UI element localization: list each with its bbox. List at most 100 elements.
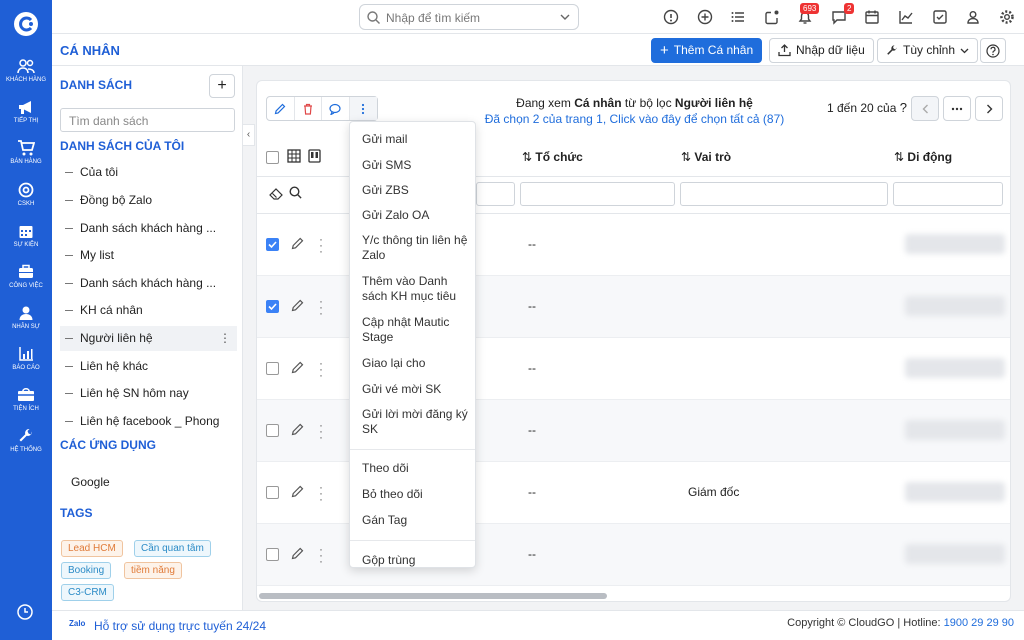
cloudgo-logo-icon[interactable] [13, 11, 39, 37]
row-more-icon[interactable]: · · · [319, 543, 323, 567]
edit-pencil-icon[interactable] [291, 299, 304, 312]
edit-pencil-icon[interactable] [291, 361, 304, 374]
add-list-button[interactable]: + [209, 74, 235, 98]
help-button[interactable] [980, 38, 1006, 63]
list-item[interactable]: My list [60, 243, 237, 268]
nav-item-reports[interactable]: BÁO CÁO [0, 346, 52, 386]
tag-chip[interactable]: Cần quan tâm [134, 540, 211, 557]
edit-pencil-icon[interactable] [291, 237, 304, 250]
filter-input-name[interactable] [476, 182, 515, 206]
checkbox-icon[interactable] [932, 9, 948, 25]
menu-item-send-sms[interactable]: Gửi SMS [362, 158, 472, 173]
pager-text: 1 đến 20 của ? [827, 100, 907, 115]
row-more-icon[interactable]: · · · [319, 357, 323, 381]
nav-item-utilities[interactable]: TIỆN ÍCH [0, 387, 52, 427]
filter-input-role[interactable] [680, 182, 888, 206]
list-item[interactable]: KH cá nhân [60, 298, 237, 323]
customize-button[interactable]: Tùy chỉnh [877, 38, 979, 63]
row-more-icon[interactable]: · · · [319, 481, 323, 505]
add-person-button[interactable]: + Thêm Cá nhân [651, 38, 763, 63]
scrollbar-thumb[interactable] [259, 593, 607, 599]
list-search-input[interactable]: Tìm danh sách [60, 108, 235, 132]
nav-item-tasks[interactable]: CÔNG VIỆC [0, 264, 52, 304]
menu-item-unfollow[interactable]: Bỏ theo dõi [362, 487, 472, 502]
list-item-active[interactable]: Người liên hệ ⋮ [60, 326, 237, 351]
tag-chip[interactable]: Lead HCM [61, 540, 123, 557]
tag-chip[interactable]: tiềm năng [124, 562, 182, 579]
collapse-sidebar-button[interactable]: ‹ [243, 124, 255, 146]
nav-item-events[interactable]: SỰ KIỆN [0, 223, 52, 263]
pager-total[interactable]: ? [900, 100, 907, 115]
app-item-google[interactable]: Google [71, 475, 110, 489]
menu-item-assign-tag[interactable]: Gán Tag [362, 513, 472, 528]
menu-item-request-zalo-info[interactable]: Y/c thông tin liên hệ Zalo [362, 233, 472, 263]
list-item[interactable]: Danh sách khách hàng ... [60, 271, 237, 296]
page-options-button[interactable] [943, 96, 971, 121]
column-header-role[interactable]: ⇅ Vai trò [681, 150, 731, 164]
row-checkbox[interactable] [266, 238, 279, 251]
gear-icon[interactable] [999, 9, 1015, 25]
edit-pencil-icon[interactable] [291, 423, 304, 436]
edit-pencil-icon[interactable] [291, 547, 304, 560]
column-header-org[interactable]: ⇅ Tổ chức [522, 150, 583, 164]
prev-page-button[interactable] [911, 96, 939, 121]
row-more-icon[interactable]: · · · [319, 295, 323, 319]
add-circle-icon[interactable] [697, 9, 713, 25]
edit-pencil-icon[interactable] [291, 485, 304, 498]
filter-input-org[interactable] [520, 182, 675, 206]
row-checkbox[interactable] [266, 548, 279, 561]
nav-item-hr[interactable]: NHÂN SỰ [0, 305, 52, 345]
list-icon[interactable] [730, 9, 746, 25]
import-button[interactable]: Nhập dữ liệu [769, 38, 874, 63]
menu-item-send-mail[interactable]: Gửi mail [362, 132, 472, 147]
nav-item-marketing[interactable]: TIẾP THỊ [0, 99, 52, 139]
row-checkbox[interactable] [266, 486, 279, 499]
line-chart-icon[interactable] [898, 9, 914, 25]
nav-item-system[interactable]: HỆ THỐNG [0, 428, 52, 468]
menu-item-send-zalo-oa[interactable]: Gửi Zalo OA [362, 208, 472, 223]
list-item[interactable]: Của tôi [60, 160, 237, 185]
list-item[interactable]: Danh sách khách hàng ... [60, 216, 237, 241]
nav-item-sales[interactable]: BÁN HÀNG [0, 140, 52, 180]
hotline-number[interactable]: 1900 29 29 90 [944, 617, 1014, 629]
list-item[interactable]: Liên hệ facebook _ Phong [60, 409, 237, 434]
row-more-icon[interactable]: · · · [319, 233, 323, 257]
menu-item-reassign[interactable]: Giao lại cho [362, 356, 472, 371]
table-view-icon[interactable] [287, 149, 301, 163]
horizontal-scrollbar[interactable] [257, 592, 1010, 600]
tag-chip[interactable]: Booking [61, 562, 112, 579]
next-page-button[interactable] [975, 96, 1003, 121]
search-icon[interactable] [289, 186, 302, 199]
nav-item-customers[interactable]: KHÁCH HÀNG [0, 58, 52, 98]
column-header-mobile[interactable]: ⇅ Di động [894, 150, 952, 164]
menu-item-update-mautic-stage[interactable]: Cập nhật Mautic Stage [362, 315, 472, 345]
external-link-icon[interactable] [764, 9, 780, 25]
menu-item-send-zbs[interactable]: Gửi ZBS [362, 183, 472, 198]
global-search-input[interactable]: Nhập để tìm kiếm [359, 4, 579, 30]
menu-item-merge-duplicates[interactable]: Gộp trùng [362, 553, 472, 568]
user-icon[interactable] [965, 9, 981, 25]
filter-input-mobile[interactable] [893, 182, 1003, 206]
nav-item-cskh[interactable]: CSKH [0, 182, 52, 222]
support-link[interactable]: Hỗ trợ sử dụng trực tuyến 24/24 [94, 619, 266, 633]
menu-item-send-event-ticket[interactable]: Gửi vé mời SK [362, 382, 472, 397]
row-more-icon[interactable]: · · · [319, 419, 323, 443]
calendar-outline-icon[interactable] [864, 9, 880, 25]
select-all-checkbox[interactable] [266, 151, 279, 164]
list-item[interactable]: Liên hệ SN hôm nay [60, 381, 237, 406]
more-vertical-icon[interactable]: ⋮ [219, 326, 231, 351]
list-item[interactable]: Đồng bộ Zalo [60, 188, 237, 213]
row-checkbox[interactable] [266, 424, 279, 437]
menu-item-follow[interactable]: Theo dõi [362, 461, 472, 476]
column-view-icon[interactable] [308, 149, 321, 163]
list-item[interactable]: Liên hệ khác [60, 354, 237, 379]
tag-chip[interactable]: C3-CRM [61, 584, 114, 601]
row-checkbox[interactable] [266, 362, 279, 375]
row-checkbox[interactable] [266, 300, 279, 313]
eraser-icon[interactable] [269, 187, 283, 200]
menu-item-add-to-target-list[interactable]: Thêm vào Danh sách KH mục tiêu [362, 274, 472, 304]
zalo-icon[interactable]: Zalo [69, 619, 85, 628]
menu-item-send-event-invite[interactable]: Gửi lời mời đăng ký SK [362, 407, 472, 437]
clock-icon[interactable] [16, 603, 34, 621]
info-icon[interactable] [663, 9, 679, 25]
